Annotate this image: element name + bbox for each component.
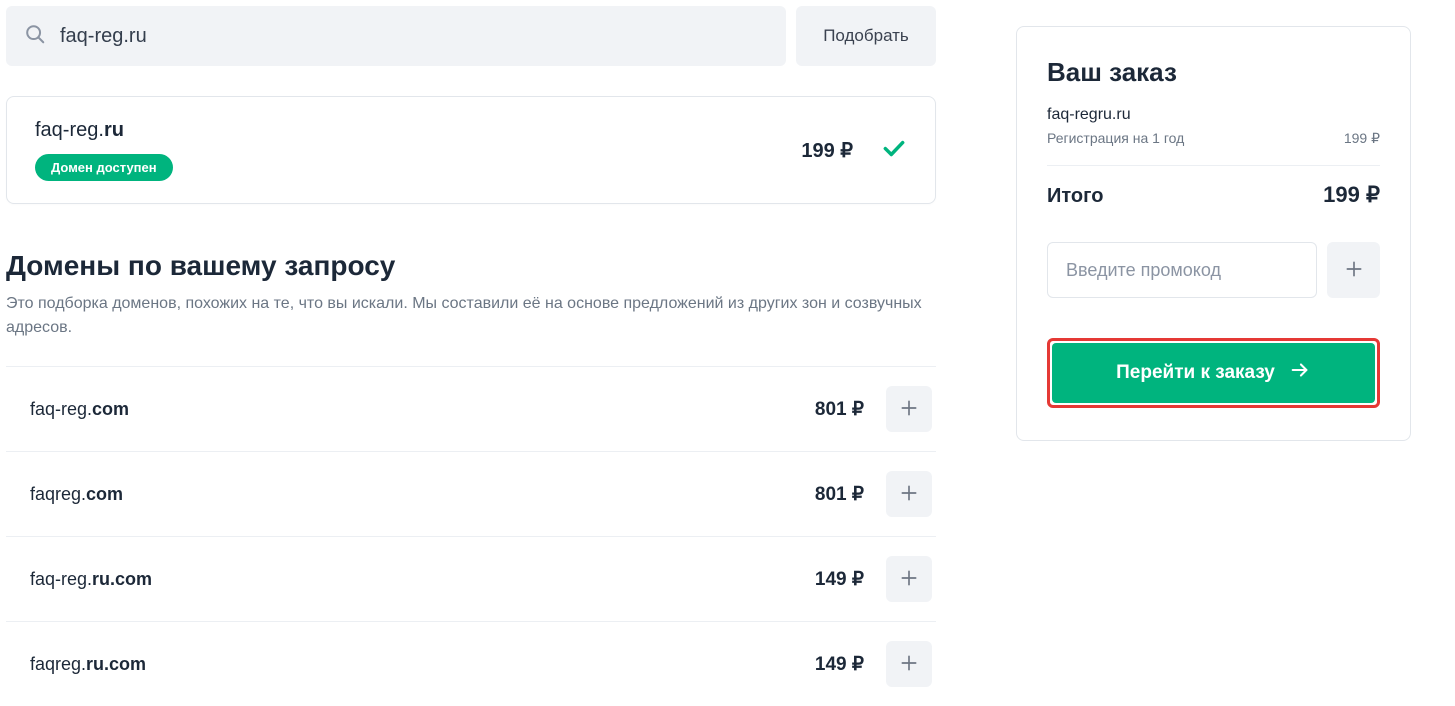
add-domain-button[interactable] — [886, 641, 932, 687]
suggestions-list: faq-reg.com 801 ₽ faqreg.com 801 ₽ — [6, 366, 936, 706]
suggestion-row: faq-reg.ru.com 149 ₽ — [6, 537, 936, 622]
suggestion-domain[interactable]: faq-reg.com — [30, 399, 815, 420]
plus-icon — [899, 568, 919, 591]
plus-icon — [899, 398, 919, 421]
domain-base: faqreg. — [30, 484, 86, 504]
suggestion-row: faq-reg.com 801 ₽ — [6, 367, 936, 452]
order-line-price: 199 ₽ — [1344, 130, 1380, 147]
suggestion-domain[interactable]: faqreg.com — [30, 484, 815, 505]
domain-tld: ru.com — [86, 654, 146, 674]
domain-tld: com — [92, 399, 129, 419]
order-line-label: Регистрация на 1 год — [1047, 130, 1184, 146]
suggestion-price: 801 ₽ — [815, 398, 864, 421]
order-title: Ваш заказ — [1047, 57, 1380, 88]
search-bar: Подобрать — [6, 6, 936, 66]
domain-base: faq-reg. — [30, 569, 92, 589]
arrow-right-icon — [1289, 359, 1311, 387]
selected-domain-card: faq-reg.ru Домен доступен 199 ₽ — [6, 96, 936, 204]
availability-badge: Домен доступен — [35, 154, 173, 181]
suggestion-price: 801 ₽ — [815, 483, 864, 506]
domain-tld: ru — [104, 119, 124, 141]
checkout-highlight: Перейти к заказу — [1047, 338, 1380, 408]
promo-row — [1047, 242, 1380, 298]
order-total-label: Итого — [1047, 185, 1103, 208]
search-icon — [24, 23, 46, 50]
plus-icon — [1344, 259, 1364, 282]
plus-icon — [899, 653, 919, 676]
suggestions-description: Это подборка доменов, похожих на те, что… — [6, 292, 936, 340]
promo-apply-button[interactable] — [1327, 242, 1380, 298]
add-domain-button[interactable] — [886, 386, 932, 432]
domain-tld: ru.com — [92, 569, 152, 589]
check-icon — [881, 135, 907, 166]
suggestion-price: 149 ₽ — [815, 568, 864, 591]
selected-domain-price: 199 ₽ — [801, 138, 853, 163]
order-total-row: Итого 199 ₽ — [1047, 182, 1380, 208]
suggestion-price: 149 ₽ — [815, 653, 864, 676]
domain-base: faq-reg. — [30, 399, 92, 419]
add-domain-button[interactable] — [886, 556, 932, 602]
order-item-name: faq-regru.ru — [1047, 106, 1380, 124]
order-line: Регистрация на 1 год 199 ₽ — [1047, 130, 1380, 166]
domain-base: faq-reg. — [35, 119, 104, 141]
promo-code-input[interactable] — [1047, 242, 1317, 298]
selected-domain-name: faq-reg.ru — [35, 119, 801, 142]
order-panel: Ваш заказ faq-regru.ru Регистрация на 1 … — [1016, 26, 1411, 441]
checkout-button-label: Перейти к заказу — [1116, 362, 1275, 384]
suggestion-row: faqreg.ru.com 149 ₽ — [6, 622, 936, 706]
suggestion-domain[interactable]: faqreg.ru.com — [30, 654, 815, 675]
domain-base: faqreg. — [30, 654, 86, 674]
plus-icon — [899, 483, 919, 506]
suggestions-heading: Домены по вашему запросу — [6, 250, 936, 282]
search-box[interactable] — [6, 6, 786, 66]
suggestion-row: faqreg.com 801 ₽ — [6, 452, 936, 537]
add-domain-button[interactable] — [886, 471, 932, 517]
suggestion-domain[interactable]: faq-reg.ru.com — [30, 569, 815, 590]
checkout-button[interactable]: Перейти к заказу — [1052, 343, 1375, 403]
search-input[interactable] — [60, 25, 768, 48]
order-total-value: 199 ₽ — [1323, 182, 1380, 208]
search-submit-button[interactable]: Подобрать — [796, 6, 936, 66]
domain-tld: com — [86, 484, 123, 504]
